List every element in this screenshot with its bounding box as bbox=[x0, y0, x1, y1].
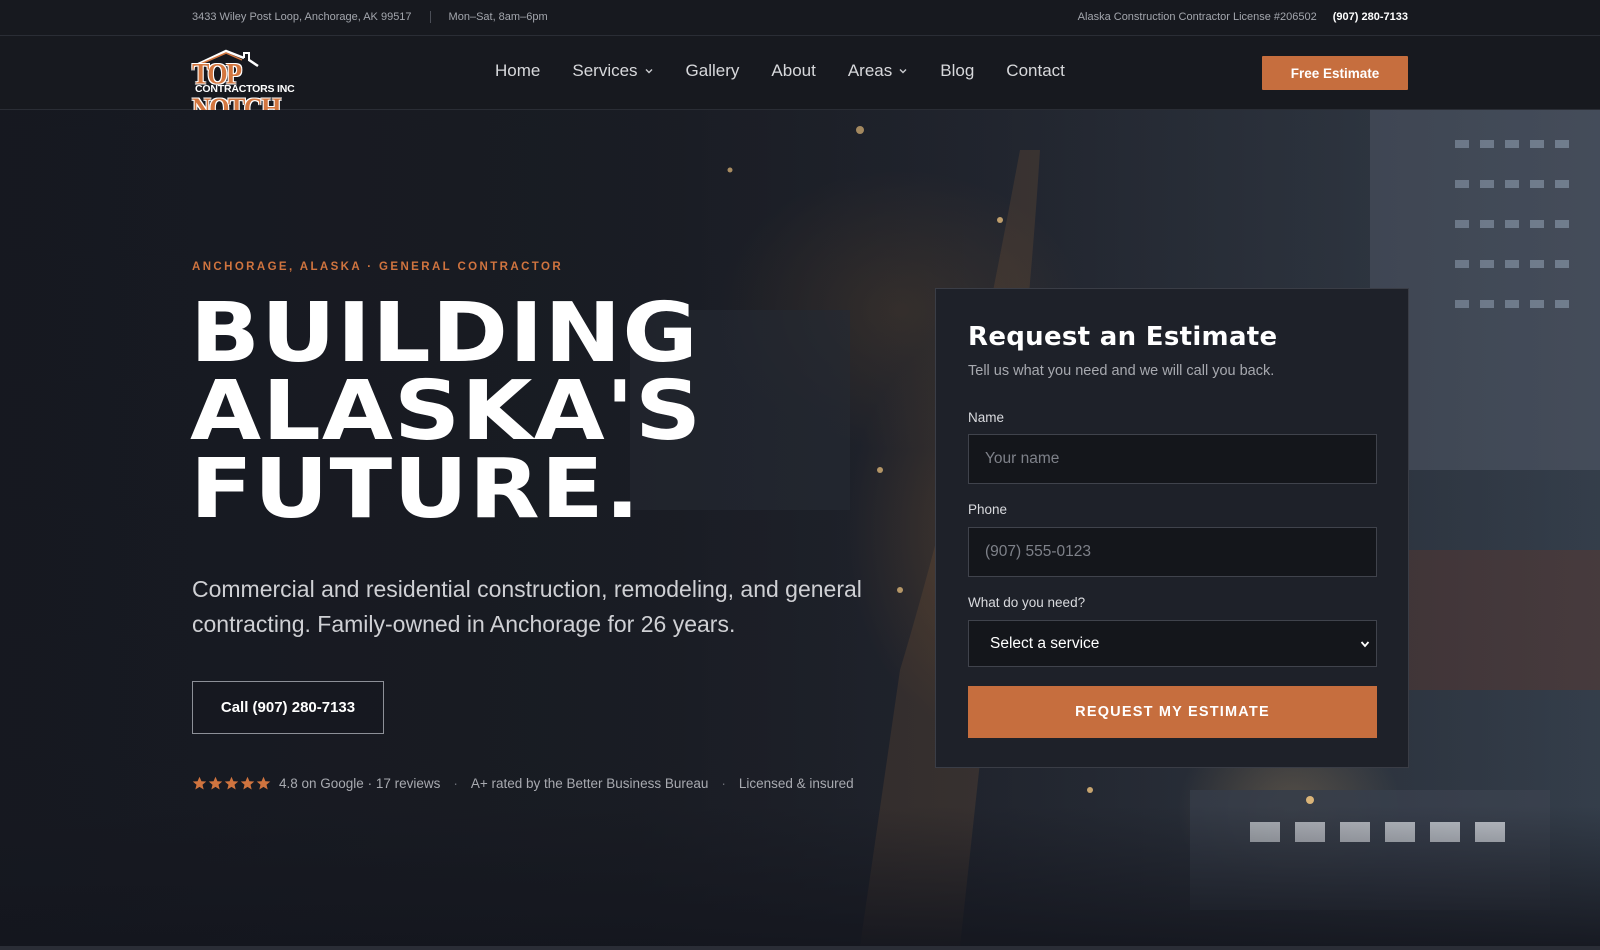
separator-dot: · bbox=[721, 776, 726, 791]
rating-stars bbox=[192, 776, 271, 791]
topbar-left: 3433 Wiley Post Loop, Anchorage, AK 9951… bbox=[192, 11, 548, 23]
trust-badges: 4.8 on Google · 17 reviews · A+ rated by… bbox=[192, 776, 854, 791]
name-placeholder: Your name bbox=[985, 450, 1060, 467]
separator-dot: · bbox=[453, 776, 458, 791]
address-text: 3433 Wiley Post Loop, Anchorage, AK 9951… bbox=[192, 11, 412, 23]
estimate-form-card: Request an Estimate Tell us what you nee… bbox=[935, 288, 1409, 768]
licensed-text: Licensed & insured bbox=[738, 776, 854, 791]
service-select[interactable]: Select a service bbox=[968, 620, 1377, 667]
star-icon bbox=[192, 776, 207, 790]
nav-item-about[interactable]: About bbox=[771, 61, 815, 81]
nav-item-label: Areas bbox=[847, 61, 893, 80]
bbb-rating-text: A+ rated by the Better Business Bureau bbox=[470, 776, 709, 791]
nav-item-blog[interactable]: Blog bbox=[940, 61, 974, 81]
topbar-right: Alaska Construction Contractor License #… bbox=[1078, 11, 1408, 23]
nav-item-home[interactable]: Home bbox=[495, 61, 540, 81]
headline-line: ALASKA'S bbox=[190, 364, 703, 459]
nav-item-services[interactable]: Services bbox=[572, 61, 653, 81]
nav-item-label: Home bbox=[495, 61, 541, 80]
name-label: Name bbox=[968, 410, 1005, 425]
nav-menu: Home Services Gallery About Areas Blog C… bbox=[495, 61, 1065, 81]
request-estimate-button[interactable]: REQUEST MY ESTIMATE bbox=[968, 686, 1377, 738]
star-icon bbox=[240, 776, 255, 790]
phone-placeholder: (907) 555-0123 bbox=[985, 543, 1091, 560]
service-label: What do you need? bbox=[968, 595, 1086, 610]
form-title: Request an Estimate bbox=[968, 322, 1278, 352]
form-subtitle: Tell us what you need and we will call y… bbox=[968, 363, 1275, 379]
chevron-down-icon bbox=[1360, 641, 1370, 648]
nav-item-label: Contact bbox=[1006, 61, 1065, 80]
headline-line: BUILDING bbox=[190, 286, 699, 381]
phone-input[interactable]: (907) 555-0123 bbox=[968, 527, 1377, 577]
main-navigation: TOP NOTCH CONTRACTORS INC Home Services … bbox=[0, 36, 1600, 125]
divider bbox=[429, 11, 431, 23]
star-icon bbox=[224, 776, 239, 790]
hero-bottom-fade bbox=[0, 806, 1600, 946]
star-icon bbox=[256, 776, 271, 790]
hours-text: Mon–Sat, 8am–6pm bbox=[448, 11, 548, 23]
nav-item-label: Services bbox=[572, 61, 638, 80]
chevron-down-icon bbox=[899, 69, 907, 74]
page-bottom-edge bbox=[0, 946, 1600, 950]
topbar-phone-link[interactable]: (907) 280-7133 bbox=[1333, 11, 1408, 23]
nav-item-areas[interactable]: Areas bbox=[848, 61, 908, 81]
company-logo[interactable]: TOP NOTCH CONTRACTORS INC bbox=[192, 48, 308, 125]
star-icon bbox=[208, 776, 223, 790]
nav-item-gallery[interactable]: Gallery bbox=[686, 61, 740, 81]
hero-lead-text: Commercial and residential construction,… bbox=[192, 576, 862, 637]
nav-item-label: About bbox=[771, 61, 816, 80]
chevron-down-icon bbox=[645, 69, 653, 74]
hero-headline: BUILDING ALASKA'S FUTURE. bbox=[190, 286, 703, 537]
headline-line: FUTURE. bbox=[190, 442, 641, 537]
google-rating-text: 4.8 on Google · 17 reviews bbox=[279, 776, 441, 791]
logo-subtitle: CONTRACTORS INC bbox=[195, 83, 295, 95]
free-estimate-button[interactable]: Free Estimate bbox=[1262, 56, 1408, 90]
license-text: Alaska Construction Contractor License #… bbox=[1077, 11, 1317, 23]
call-phone-button[interactable]: Call (907) 280-7133 bbox=[192, 681, 384, 734]
nav-item-label: Blog bbox=[940, 61, 975, 80]
name-input[interactable]: Your name bbox=[968, 434, 1377, 484]
service-selected-value: Select a service bbox=[990, 634, 1100, 652]
phone-label: Phone bbox=[968, 502, 1008, 517]
top-utility-bar: 3433 Wiley Post Loop, Anchorage, AK 9951… bbox=[0, 0, 1600, 36]
hero-eyebrow: ANCHORAGE, ALASKA · GENERAL CONTRACTOR bbox=[192, 261, 564, 273]
hero-section: ANCHORAGE, ALASKA · GENERAL CONTRACTOR B… bbox=[0, 110, 1600, 946]
nav-item-label: Gallery bbox=[685, 61, 740, 80]
nav-item-contact[interactable]: Contact bbox=[1006, 61, 1065, 81]
